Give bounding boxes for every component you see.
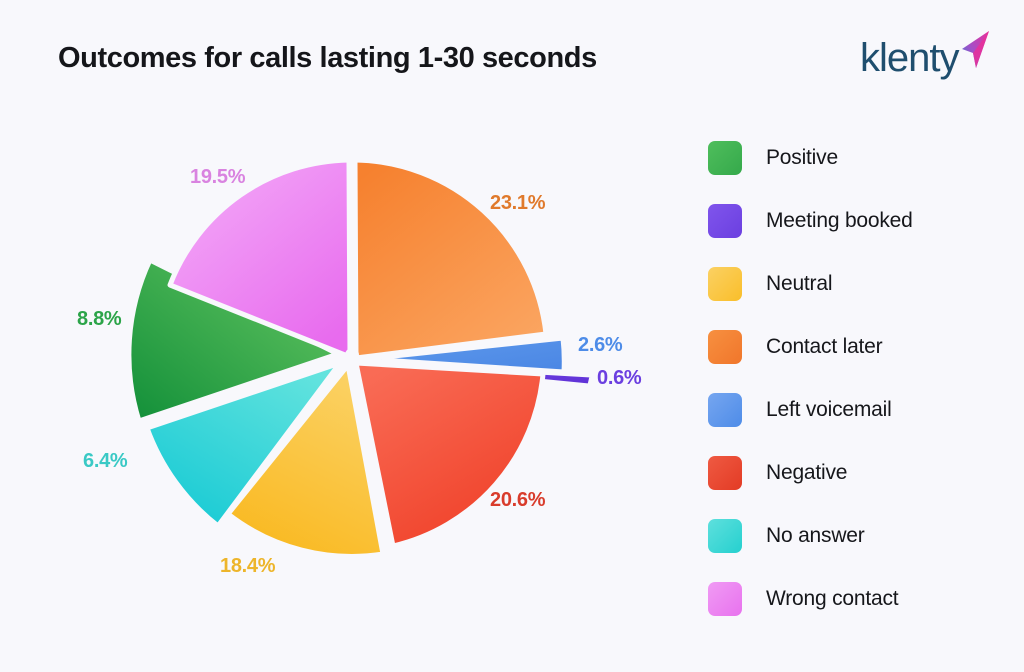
paper-plane-arrow-icon xyxy=(962,31,989,68)
chart-legend: Positive Meeting booked Neutral Contact lat… xyxy=(708,126,1008,630)
pie-data-label: 19.5% xyxy=(190,166,246,188)
legend-item[interactable]: Positive xyxy=(708,126,1008,189)
brand-logo: klenty xyxy=(860,28,990,90)
pie-data-label: 0.6% xyxy=(597,367,642,389)
legend-swatch-icon xyxy=(708,203,742,238)
pie-center-hub xyxy=(345,348,359,362)
chart-canvas: Outcomes for calls lasting 1-30 seconds … xyxy=(0,0,1024,672)
legend-item-label: Neutral xyxy=(766,271,833,295)
legend-item-label: Wrong contact xyxy=(766,586,899,610)
legend-swatch-icon xyxy=(708,518,742,553)
pie-data-label: 20.6% xyxy=(490,489,546,511)
legend-swatch-icon xyxy=(708,140,742,175)
legend-item[interactable]: Negative xyxy=(708,441,1008,504)
pie-data-label: 6.4% xyxy=(83,450,128,472)
legend-item-label: Contact later xyxy=(766,334,883,358)
pie-slice-negative[interactable] xyxy=(353,360,546,549)
legend-item[interactable]: Neutral xyxy=(708,252,1008,315)
legend-item-label: Left voicemail xyxy=(766,397,892,421)
pie-data-label: 18.4% xyxy=(220,555,276,577)
page-title: Outcomes for calls lasting 1-30 seconds xyxy=(58,42,597,74)
legend-swatch-icon xyxy=(708,455,742,490)
legend-item-label: Meeting booked xyxy=(766,208,913,232)
pie-data-label: 8.8% xyxy=(77,308,122,330)
legend-item[interactable]: Wrong contact xyxy=(708,567,1008,630)
legend-item-label: No answer xyxy=(766,523,865,547)
legend-swatch-icon xyxy=(708,266,742,301)
legend-item[interactable]: No answer xyxy=(708,504,1008,567)
legend-item-label: Negative xyxy=(766,460,848,484)
brand-wordmark: klenty xyxy=(860,36,959,80)
pie-data-label: 2.6% xyxy=(578,334,623,356)
legend-swatch-icon xyxy=(708,329,742,364)
pie-data-label: 23.1% xyxy=(490,192,546,214)
legend-item[interactable]: Meeting booked xyxy=(708,189,1008,252)
legend-item[interactable]: Left voicemail xyxy=(708,378,1008,441)
legend-item[interactable]: Contact later xyxy=(708,315,1008,378)
pie-slice-contact-later[interactable] xyxy=(352,157,549,361)
legend-swatch-icon xyxy=(708,581,742,616)
legend-item-label: Positive xyxy=(766,145,838,169)
legend-swatch-icon xyxy=(708,392,742,427)
